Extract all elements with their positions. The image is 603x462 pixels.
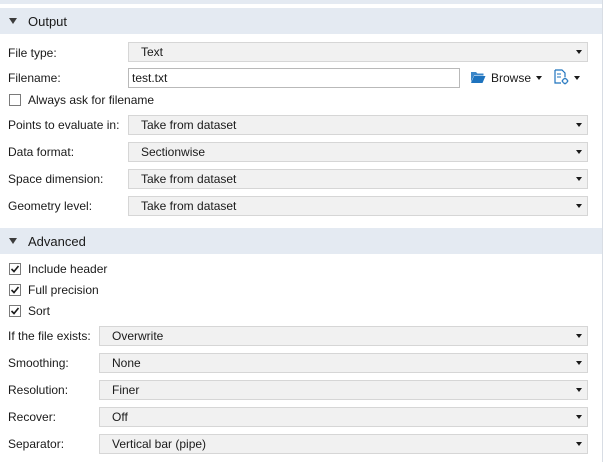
- separator-value: Vertical bar (pipe): [112, 437, 207, 451]
- resolution-label: Resolution:: [8, 383, 69, 397]
- sort-checkbox-row[interactable]: Sort: [9, 302, 50, 320]
- geometry-level-value: Take from dataset: [141, 199, 237, 213]
- collapse-triangle-icon: [9, 238, 17, 244]
- chevron-down-icon: [576, 50, 582, 54]
- if-exists-label: If the file exists:: [8, 329, 91, 343]
- points-label: Points to evaluate in:: [8, 118, 120, 132]
- space-dimension-label: Space dimension:: [8, 172, 104, 186]
- separator-label: Separator:: [8, 437, 65, 451]
- browse-label: Browse: [491, 71, 532, 85]
- sort-checkbox[interactable]: [9, 305, 21, 317]
- section-title-advanced: Advanced: [28, 233, 86, 249]
- section-header-output[interactable]: Output: [0, 8, 602, 34]
- include-header-checkbox[interactable]: [9, 263, 21, 275]
- checkmark-icon: [10, 265, 20, 273]
- resolution-value: Finer: [112, 383, 140, 397]
- chevron-down-icon: [576, 150, 582, 154]
- smoothing-value: None: [112, 356, 141, 370]
- chevron-down-icon: [576, 415, 582, 419]
- folder-open-icon: [470, 70, 486, 87]
- file-options-icon: [553, 68, 569, 88]
- geometry-level-label: Geometry level:: [8, 199, 93, 213]
- chevron-down-icon: [576, 361, 582, 365]
- recover-label: Recover:: [8, 410, 57, 424]
- space-dimension-select[interactable]: Take from dataset: [128, 169, 588, 189]
- geometry-level-select[interactable]: Take from dataset: [128, 196, 588, 216]
- section-header-advanced[interactable]: Advanced: [0, 228, 602, 254]
- recover-value: Off: [112, 410, 128, 424]
- full-precision-label: Full precision: [28, 283, 99, 297]
- file-type-label: File type:: [8, 46, 57, 60]
- chevron-down-icon: [576, 334, 582, 338]
- data-format-value: Sectionwise: [141, 145, 206, 159]
- points-select[interactable]: Take from dataset: [128, 115, 588, 135]
- browse-button[interactable]: Browse: [470, 69, 543, 87]
- file-type-value: Text: [141, 45, 164, 59]
- collapse-triangle-icon: [9, 18, 17, 24]
- chevron-down-icon: [536, 76, 543, 80]
- full-precision-checkbox[interactable]: [9, 284, 21, 296]
- chevron-down-icon: [576, 442, 582, 446]
- chevron-down-icon: [576, 204, 582, 208]
- resolution-select[interactable]: Finer: [99, 380, 588, 400]
- section-title-output: Output: [28, 13, 68, 29]
- if-exists-value: Overwrite: [112, 329, 164, 343]
- chevron-down-icon: [576, 388, 582, 392]
- filename-input[interactable]: test.txt: [128, 68, 460, 88]
- if-exists-select[interactable]: Overwrite: [99, 326, 588, 346]
- always-ask-label: Always ask for filename: [28, 93, 155, 107]
- chevron-down-icon: [576, 177, 582, 181]
- checkmark-icon: [10, 286, 20, 294]
- smoothing-select[interactable]: None: [99, 353, 588, 373]
- points-value: Take from dataset: [141, 118, 237, 132]
- filename-label: Filename:: [8, 71, 61, 85]
- filename-value: test.txt: [132, 71, 168, 85]
- always-ask-checkbox-row[interactable]: Always ask for filename: [9, 91, 154, 109]
- always-ask-checkbox[interactable]: [9, 94, 21, 106]
- file-options-button[interactable]: [553, 68, 580, 88]
- sort-label: Sort: [28, 304, 51, 318]
- smoothing-label: Smoothing:: [8, 356, 69, 370]
- data-format-label: Data format:: [8, 145, 75, 159]
- chevron-down-icon: [574, 76, 580, 80]
- include-header-label: Include header: [28, 262, 108, 276]
- space-dimension-value: Take from dataset: [141, 172, 237, 186]
- checkmark-icon: [10, 307, 20, 315]
- file-type-select[interactable]: Text: [128, 42, 588, 62]
- data-format-select[interactable]: Sectionwise: [128, 142, 588, 162]
- include-header-checkbox-row[interactable]: Include header: [9, 260, 107, 278]
- full-precision-checkbox-row[interactable]: Full precision: [9, 281, 99, 299]
- separator-select[interactable]: Vertical bar (pipe): [99, 434, 588, 454]
- top-edge: [0, 0, 603, 4]
- chevron-down-icon: [576, 123, 582, 127]
- recover-select[interactable]: Off: [99, 407, 588, 427]
